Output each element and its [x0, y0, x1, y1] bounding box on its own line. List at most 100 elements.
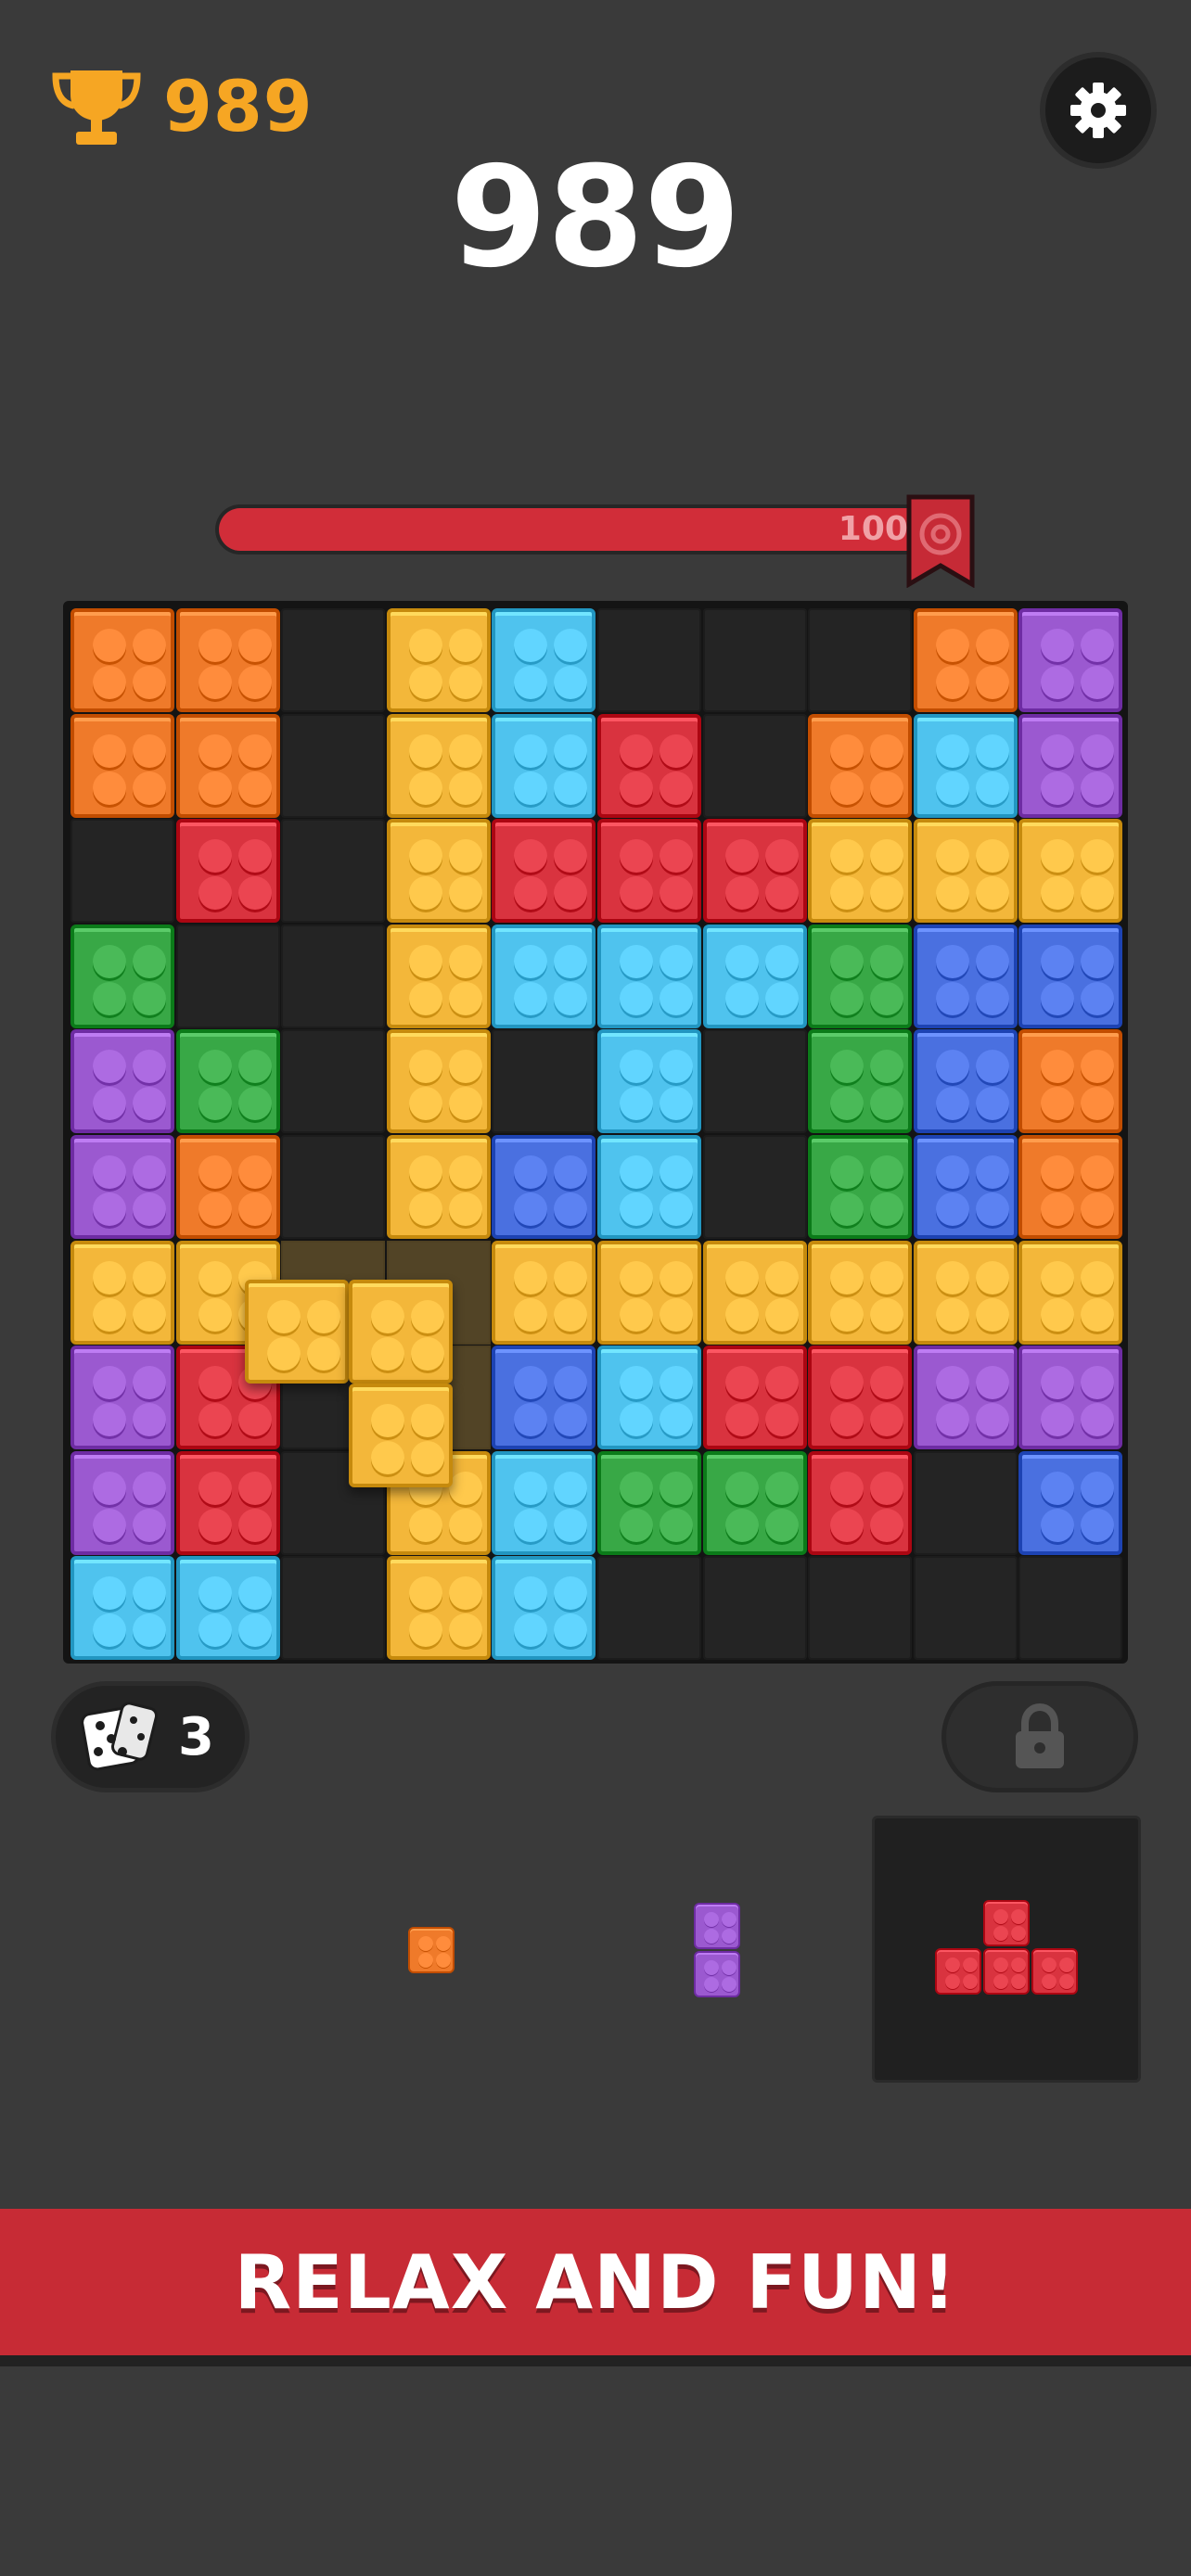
brick-stud [993, 1909, 1008, 1924]
brick-stud [198, 839, 232, 873]
board-cell-empty[interactable] [597, 1556, 701, 1660]
brick-stud [554, 1403, 587, 1436]
board-cell-empty[interactable] [281, 1135, 385, 1239]
board-cell-empty[interactable] [703, 1135, 807, 1239]
brick-stud [514, 945, 547, 978]
brick-stud [133, 1050, 166, 1083]
brick-stud [449, 1509, 482, 1542]
brick-stud [514, 734, 547, 768]
brick-stud [514, 876, 547, 910]
board-cell-empty[interactable] [281, 819, 385, 923]
board-brick [703, 1241, 807, 1345]
board-cell-empty[interactable] [70, 819, 174, 923]
board-cell-empty[interactable] [808, 1556, 912, 1660]
tray-piece-3[interactable] [935, 1900, 1078, 1996]
brick-stud [660, 876, 693, 910]
board-cell-empty[interactable] [914, 1556, 1018, 1660]
board-cell-empty[interactable] [281, 714, 385, 818]
brick-stud [660, 1472, 693, 1505]
brick-stud [238, 839, 272, 873]
brick-stud [870, 1087, 903, 1120]
board-cell-empty[interactable] [808, 608, 912, 712]
tray-piece-1[interactable] [408, 1927, 455, 1973]
board-cell-empty[interactable] [1018, 1556, 1122, 1660]
brick-stud [936, 1087, 969, 1120]
brick-stud [554, 839, 587, 873]
brick-stud [1011, 1958, 1026, 1972]
board-cell-empty[interactable] [597, 608, 701, 712]
brick-stud [870, 1155, 903, 1189]
brick-stud [449, 1472, 482, 1505]
board-brick [387, 925, 491, 1028]
brick-stud [765, 982, 799, 1015]
board-brick [387, 608, 491, 712]
brick-stud [238, 1576, 272, 1610]
brick-stud [1081, 1366, 1114, 1399]
brick-stud [93, 1509, 126, 1542]
board-brick [492, 819, 596, 923]
brick-stud [1081, 945, 1114, 978]
brick-stud [554, 666, 587, 699]
tray-slot-selected[interactable] [872, 1816, 1141, 2083]
brick-stud [554, 1261, 587, 1294]
brick-stud [514, 1472, 547, 1505]
board-cell-empty[interactable] [281, 608, 385, 712]
brick-stud [725, 1366, 759, 1399]
brick-stud [93, 1613, 126, 1647]
board-cell-empty[interactable] [281, 1556, 385, 1660]
brick-stud [722, 1929, 736, 1944]
brick-stud [870, 1509, 903, 1542]
locked-slot-button[interactable] [946, 1686, 1133, 1788]
brick-stud [660, 839, 693, 873]
game-board[interactable] [63, 601, 1128, 1664]
board-cell-empty[interactable] [703, 714, 807, 818]
board-cell-empty[interactable] [703, 1556, 807, 1660]
trophy-icon [52, 70, 141, 145]
board-brick [914, 1241, 1018, 1345]
brick-stud [620, 1155, 653, 1189]
brick-stud [371, 1337, 404, 1371]
board-cell-empty[interactable] [703, 1029, 807, 1133]
board-cell-empty[interactable] [914, 1451, 1018, 1555]
brick-stud [976, 1366, 1009, 1399]
brick-stud [1041, 1366, 1074, 1399]
dice-shuffle-button[interactable]: 3 [56, 1686, 245, 1788]
dice-count: 3 [178, 1706, 214, 1767]
brick-stud [198, 1403, 232, 1436]
brick-stud [133, 734, 166, 768]
brick-stud [133, 982, 166, 1015]
board-cell-empty[interactable] [281, 1029, 385, 1133]
tray-piece-brick [408, 1927, 455, 1973]
board-brick [597, 714, 701, 818]
brick-stud [870, 945, 903, 978]
brick-stud [620, 1087, 653, 1120]
brick-stud [963, 1974, 978, 1989]
brick-stud [1041, 982, 1074, 1015]
brick-stud [133, 666, 166, 699]
tray-piece-2[interactable] [694, 1903, 740, 1999]
board-cell-empty[interactable] [281, 925, 385, 1028]
brick-stud [133, 945, 166, 978]
board-brick [70, 1556, 174, 1660]
brick-stud [238, 666, 272, 699]
board-brick [492, 1241, 596, 1345]
board-cell-empty[interactable] [492, 1029, 596, 1133]
settings-button[interactable] [1045, 57, 1151, 163]
brick-stud [936, 1050, 969, 1083]
brick-stud [936, 982, 969, 1015]
brick-stud [936, 1192, 969, 1226]
board-cell-empty[interactable] [176, 925, 280, 1028]
brick-stud [133, 772, 166, 805]
brick-stud [514, 666, 547, 699]
tray-piece-brick [935, 1948, 981, 1995]
brick-stud [418, 1936, 433, 1951]
brick-stud [660, 1087, 693, 1120]
brick-stud [722, 1977, 736, 1992]
brick-stud [1041, 1509, 1074, 1542]
brick-stud [554, 1155, 587, 1189]
brick-stud [870, 1298, 903, 1332]
board-cell-empty[interactable] [703, 608, 807, 712]
brick-stud [660, 772, 693, 805]
brick-stud [133, 1155, 166, 1189]
brick-stud [620, 734, 653, 768]
